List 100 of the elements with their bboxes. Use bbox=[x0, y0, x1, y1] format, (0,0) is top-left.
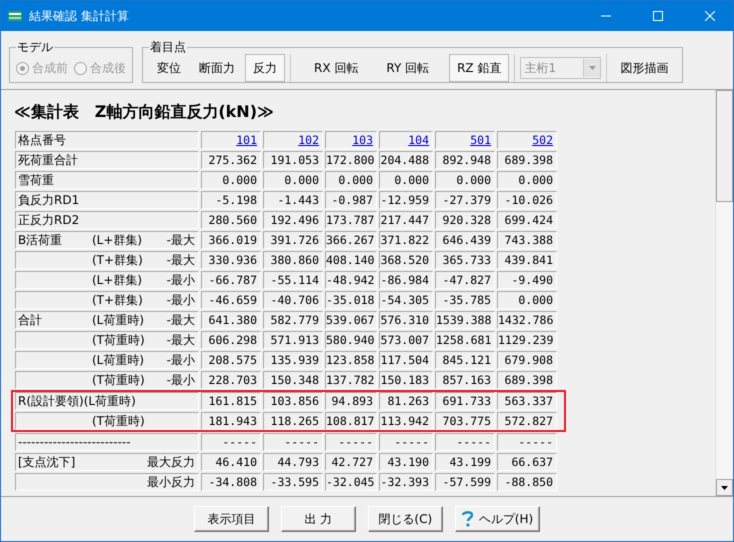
table-cell: 920.328 bbox=[435, 211, 495, 229]
table-cell: 366.019 bbox=[201, 231, 261, 249]
footer-button[interactable]: 出 力 bbox=[280, 506, 356, 532]
row-extreme-label: -最大 bbox=[166, 332, 195, 349]
table-cell: 0.000 bbox=[379, 171, 433, 189]
table-cell: 191.053 bbox=[263, 151, 323, 169]
table-cell: 691.733 bbox=[435, 392, 495, 410]
row-case-label: (T荷重時) bbox=[92, 413, 146, 430]
table-cell: ----- bbox=[263, 433, 323, 451]
help-button[interactable]: ヘルプ(H) bbox=[454, 506, 540, 532]
app-icon bbox=[7, 9, 23, 23]
node-link[interactable]: 103 bbox=[352, 133, 373, 147]
row-case-label: (T+群集) bbox=[92, 252, 144, 269]
row-group-label: 合計 bbox=[18, 312, 43, 329]
toggle-button[interactable]: RY 回転 bbox=[378, 54, 438, 82]
table-cell: 280.560 bbox=[201, 211, 261, 229]
table-cell: 892.948 bbox=[435, 151, 495, 169]
table-cell: 1432.786 bbox=[497, 311, 557, 329]
table-cell: 103.856 bbox=[263, 392, 323, 410]
row-extreme-label: -最大 bbox=[166, 232, 195, 249]
group-title: 着目点 bbox=[149, 39, 187, 56]
table-cell: 0.000 bbox=[325, 171, 377, 189]
scrollbar[interactable] bbox=[715, 90, 733, 496]
table-cell: 1539.388 bbox=[435, 311, 495, 329]
down-arrow-icon bbox=[721, 486, 728, 490]
row-case-label: (T+群集) bbox=[92, 292, 144, 309]
table-cell: 641.380 bbox=[201, 311, 261, 329]
table-cell: -9.490 bbox=[497, 271, 557, 289]
toggle-button[interactable]: 断面力 bbox=[191, 54, 243, 82]
table-cell: -40.706 bbox=[263, 291, 323, 309]
node-link[interactable]: 101 bbox=[236, 133, 257, 147]
table-cell: 0.000 bbox=[497, 171, 557, 189]
row-group-label: 死荷重合計 bbox=[18, 152, 79, 169]
table-cell: 275.362 bbox=[201, 151, 261, 169]
table-cell: -57.599 bbox=[435, 473, 495, 491]
row-group-label: 雪荷重 bbox=[18, 172, 55, 189]
table-cell: -46.659 bbox=[201, 291, 261, 309]
scroll-thumb[interactable] bbox=[716, 90, 733, 202]
table-cell: 123.858 bbox=[325, 351, 377, 369]
toggle-button[interactable]: RX 回転 bbox=[306, 54, 366, 82]
node-link[interactable]: 104 bbox=[408, 133, 429, 147]
table-cell: 1129.239 bbox=[497, 331, 557, 349]
row-group-label: B活荷重 bbox=[18, 232, 64, 249]
node-link[interactable]: 501 bbox=[470, 133, 491, 147]
table-cell: 204.488 bbox=[379, 151, 433, 169]
table-cell: 365.733 bbox=[435, 251, 495, 269]
table-cell: -54.305 bbox=[379, 291, 433, 309]
table-cell: 857.163 bbox=[435, 371, 495, 389]
table-cell: 43.199 bbox=[435, 453, 495, 471]
table-cell: 576.310 bbox=[379, 311, 433, 329]
row-group-label: R(設計要領)(L荷重時) bbox=[18, 393, 137, 410]
node-link[interactable]: 102 bbox=[298, 133, 319, 147]
table-cell: 699.424 bbox=[497, 211, 557, 229]
row-extreme-label: -最小 bbox=[166, 292, 195, 309]
row-extreme-label: 最小反力 bbox=[147, 474, 195, 491]
table-cell: 689.398 bbox=[497, 151, 557, 169]
row-extreme-label: -最大 bbox=[166, 312, 195, 329]
table-cell: -55.114 bbox=[263, 271, 323, 289]
table-cell: 118.265 bbox=[263, 412, 323, 430]
table-cell: 113.942 bbox=[379, 412, 433, 430]
close-icon bbox=[705, 11, 715, 21]
table-cell: 173.787 bbox=[325, 211, 377, 229]
table-cell: 66.637 bbox=[497, 453, 557, 471]
table-cell: -88.850 bbox=[497, 473, 557, 491]
row-extreme-label: -最小 bbox=[166, 372, 195, 389]
table-cell: 703.775 bbox=[435, 412, 495, 430]
footer-button[interactable]: 閉じる(C) bbox=[368, 506, 443, 532]
dropdown-arrow-icon bbox=[588, 66, 596, 70]
table-cell: 150.348 bbox=[263, 371, 323, 389]
table-cell: 563.337 bbox=[497, 392, 557, 410]
table-cell: -32.393 bbox=[379, 473, 433, 491]
window-title: 結果確認 集計計算 bbox=[29, 8, 130, 24]
draw-button[interactable]: 図形描画 bbox=[612, 54, 676, 82]
table-cell: -0.987 bbox=[325, 191, 377, 209]
table-cell: 135.939 bbox=[263, 351, 323, 369]
row-case-label: (T荷重時) bbox=[92, 372, 146, 389]
row-group-label: 負反力RD1 bbox=[18, 192, 80, 209]
toggle-button[interactable]: 反力 bbox=[245, 54, 285, 82]
toggle-button[interactable]: 変位 bbox=[149, 54, 189, 82]
table-cell: ----- bbox=[201, 433, 261, 451]
table-cell: -66.787 bbox=[201, 271, 261, 289]
table-cell: 743.388 bbox=[497, 231, 557, 249]
node-link[interactable]: 502 bbox=[532, 133, 553, 147]
table-cell: -10.026 bbox=[497, 191, 557, 209]
table-cell: 368.520 bbox=[379, 251, 433, 269]
table-cell: -27.379 bbox=[435, 191, 495, 209]
table-cell: -47.827 bbox=[435, 271, 495, 289]
table-cell: ----- bbox=[435, 433, 495, 451]
table-cell: 217.447 bbox=[379, 211, 433, 229]
table-cell: 380.860 bbox=[263, 251, 323, 269]
footer-button[interactable]: 表示項目 bbox=[194, 506, 269, 532]
scroll-down-button[interactable] bbox=[716, 479, 733, 496]
table-cell: 646.439 bbox=[435, 231, 495, 249]
table-cell: -35.018 bbox=[325, 291, 377, 309]
table-cell: 208.575 bbox=[201, 351, 261, 369]
table-cell: 845.121 bbox=[435, 351, 495, 369]
group-title: モデル bbox=[16, 39, 54, 56]
table-cell: 439.841 bbox=[497, 251, 557, 269]
toggle-button[interactable]: RZ 鉛直 bbox=[449, 54, 510, 82]
table-cell: 150.183 bbox=[379, 371, 433, 389]
